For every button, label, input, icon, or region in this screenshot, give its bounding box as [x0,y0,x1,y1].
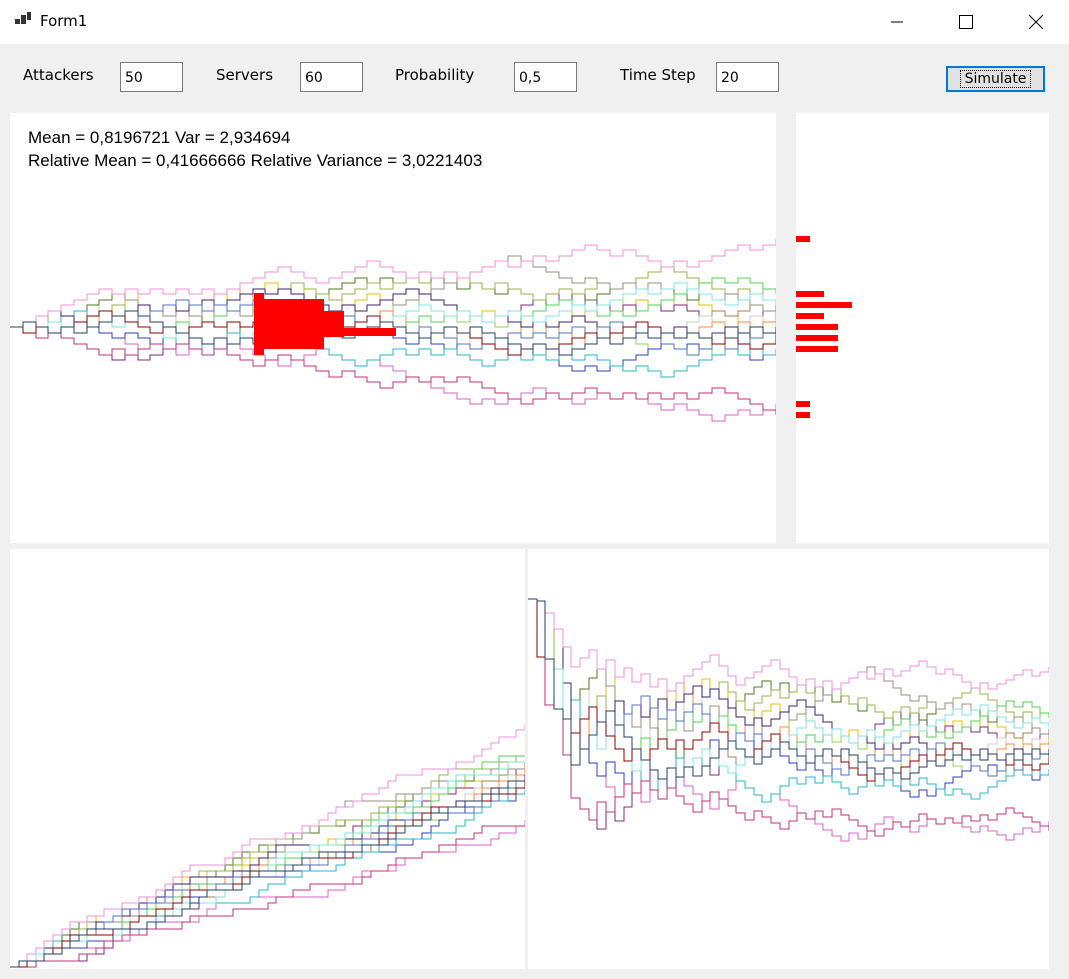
histogram-canvas [796,113,1049,543]
close-icon [1028,14,1044,30]
simulate-button-label: Simulate [959,70,1032,88]
histogram-bar [796,412,810,418]
histogram-bar [796,401,810,407]
simulate-button[interactable]: Simulate [946,66,1045,92]
attackers-input[interactable]: 50 [120,62,183,92]
histogram-bar [796,313,824,319]
normalized-paths-plot [528,598,1049,842]
normalized-paths-canvas [528,549,1049,969]
snapshot-bar [344,328,396,336]
maximize-icon [959,15,973,29]
relative-paths-canvas: Mean = 0,8196721 Var = 2,934694 Relative… [10,113,776,543]
close-button[interactable] [1013,0,1059,44]
final-distribution-histogram [796,236,852,418]
time-step-input[interactable]: 20 [716,62,779,92]
app-icon [15,12,31,24]
histogram-bar [796,346,838,352]
cumulative-paths-plot [10,724,525,968]
probability-input[interactable]: 0,5 [514,62,577,92]
stats-relative: Relative Mean = 0,41666666 Relative Vari… [28,151,483,170]
time-step-label: Time Step [620,66,696,84]
histogram-bar [796,236,810,242]
maximize-button[interactable] [943,0,989,44]
stats-mean-var: Mean = 0,8196721 Var = 2,934694 [28,128,291,147]
probability-label: Probability [395,66,475,84]
histogram-bar [796,324,838,330]
relative-paths-plot [10,239,776,422]
histogram-bar [796,335,838,341]
minimize-icon [891,21,903,23]
histogram-bar [796,302,852,308]
servers-input[interactable]: 60 [300,62,363,92]
cumulative-paths-canvas [10,549,525,969]
snapshot-bar [264,299,324,349]
histogram-bar [796,291,824,297]
window-title: Form1 [40,12,88,30]
snapshot-bar [324,311,344,337]
attackers-label: Attackers [23,66,94,84]
minimize-button[interactable] [874,0,920,44]
title-bar: Form1 [0,0,1069,44]
servers-label: Servers [216,66,274,84]
snapshot-bar [254,293,264,355]
